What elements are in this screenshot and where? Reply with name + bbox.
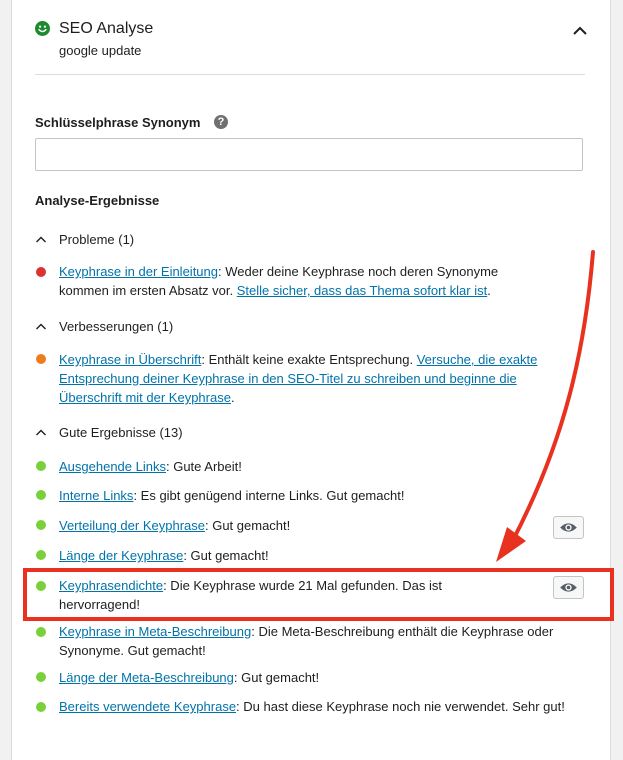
result-link[interactable]: Keyphrase in Meta-Beschreibung (59, 624, 251, 639)
result-link[interactable]: Bereits verwendete Keyphrase (59, 699, 236, 714)
status-bullet-good (36, 581, 46, 591)
status-bullet-good (36, 627, 46, 637)
group-label-improvements: Verbesserungen (1) (59, 319, 174, 334)
help-icon[interactable]: ? (214, 115, 228, 129)
status-bullet-bad (36, 267, 46, 277)
chevron-up-icon (36, 236, 46, 243)
result-advice-link[interactable]: Stelle sicher, dass das Thema sofort kla… (237, 283, 487, 298)
status-bullet-ok (36, 354, 46, 364)
chevron-up-icon (36, 429, 46, 436)
result-link[interactable]: Interne Links (59, 488, 133, 503)
highlight-marker-button[interactable] (553, 576, 584, 599)
highlight-marker-button[interactable] (553, 516, 584, 539)
status-bullet-good (36, 490, 46, 500)
result-item: Interne Links: Es gibt genügend interne … (59, 488, 405, 503)
status-bullet-good (36, 672, 46, 682)
status-bullet-good (36, 520, 46, 530)
result-link[interactable]: Keyphrasendichte (59, 578, 163, 593)
result-link[interactable]: Verteilung der Keyphrase (59, 518, 205, 533)
panel-title: SEO Analyse (59, 20, 154, 37)
status-bullet-good (36, 461, 46, 471)
result-item: Ausgehende Links: Gute Arbeit! (59, 459, 242, 474)
result-link[interactable]: Ausgehende Links (59, 459, 166, 474)
result-item: Keyphrase in Überschrift: Enthält keine … (59, 352, 538, 405)
status-bullet-good (36, 702, 46, 712)
result-item: Bereits verwendete Keyphrase: Du hast di… (59, 699, 565, 714)
focus-keyphrase: google update (59, 43, 142, 58)
result-item: Länge der Keyphrase: Gut gemacht! (59, 548, 269, 563)
synonym-input[interactable] (35, 138, 583, 171)
result-item: Länge der Meta-Beschreibung: Gut gemacht… (59, 670, 320, 685)
group-label-good: Gute Ergebnisse (13) (59, 425, 183, 440)
group-label-problems: Probleme (1) (59, 232, 135, 247)
eye-icon (560, 523, 577, 532)
result-item-keyphrase-density: Keyphrasendichte: Die Keyphrase wurde 21… (59, 578, 443, 612)
result-item: Verteilung der Keyphrase: Gut gemacht! (59, 518, 291, 533)
header-divider (35, 74, 585, 75)
analysis-results-heading: Analyse-Ergebnisse (35, 193, 160, 208)
result-item: Keyphrase in der Einleitung: Weder deine… (59, 264, 499, 298)
chevron-up-icon[interactable] (570, 22, 590, 40)
result-link[interactable]: Keyphrase in Überschrift (59, 352, 201, 367)
result-link[interactable]: Keyphrase in der Einleitung (59, 264, 218, 279)
result-link[interactable]: Länge der Meta-Beschreibung (59, 670, 234, 685)
smiley-icon (35, 21, 50, 36)
status-bullet-good (36, 550, 46, 560)
eye-icon (560, 583, 577, 592)
result-item: Keyphrase in Meta-Beschreibung: Die Meta… (59, 624, 554, 658)
result-link[interactable]: Länge der Keyphrase (59, 548, 183, 563)
chevron-up-icon (36, 323, 46, 330)
synonym-label: Schlüsselphrase Synonym (35, 115, 201, 130)
